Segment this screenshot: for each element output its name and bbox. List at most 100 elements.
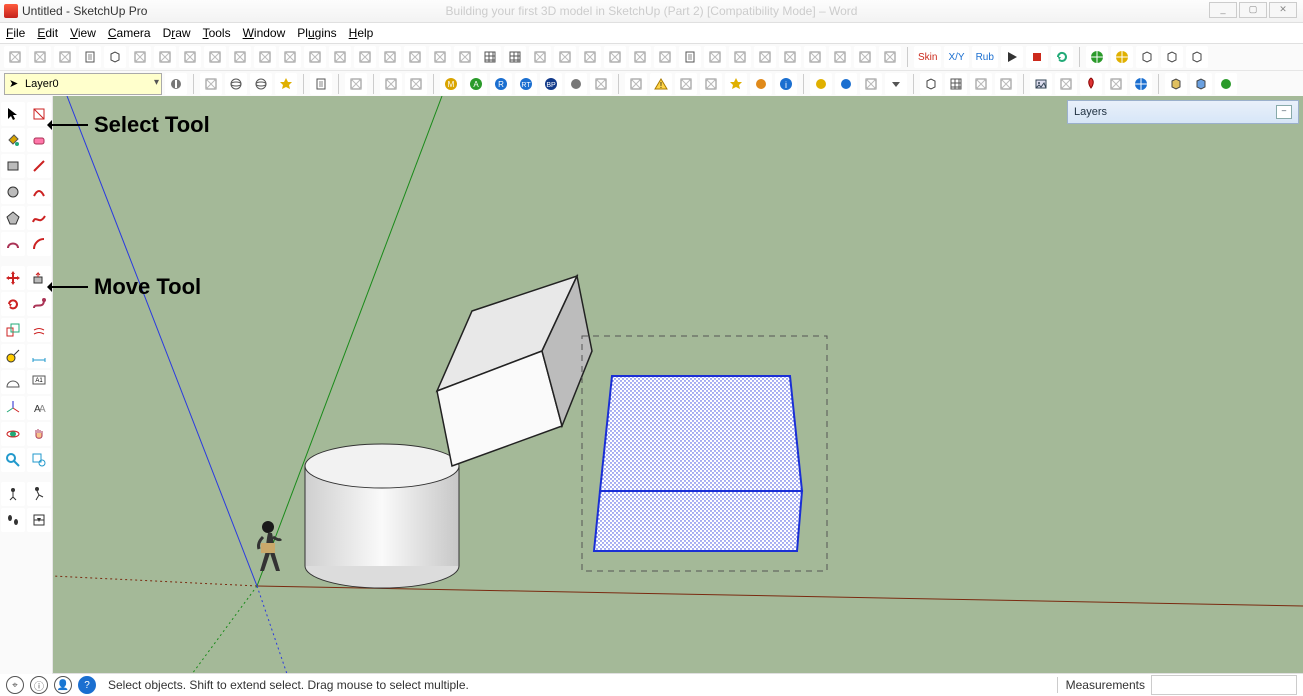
ball-green-icon[interactable]	[1215, 73, 1237, 95]
arrow-nw-icon[interactable]	[704, 46, 726, 68]
pan-icon[interactable]	[154, 46, 176, 68]
3d-viewport[interactable]: Layers –	[52, 96, 1303, 674]
bp-icon[interactable]: BP	[540, 73, 562, 95]
axes-tool[interactable]	[1, 396, 25, 420]
orbit-tool[interactable]	[1, 422, 25, 446]
orbit-icon[interactable]	[250, 73, 272, 95]
line2-icon[interactable]	[579, 46, 601, 68]
globe2-icon[interactable]	[1130, 73, 1152, 95]
undo-icon[interactable]	[29, 46, 51, 68]
menu-edit[interactable]: Edit	[37, 26, 58, 40]
diamond-icon[interactable]	[1055, 73, 1077, 95]
scale-tool[interactable]	[1, 318, 25, 342]
menu-help[interactable]: Help	[349, 26, 374, 40]
rect-icon[interactable]	[429, 46, 451, 68]
hatch-icon[interactable]	[945, 73, 967, 95]
collapse-icon[interactable]: –	[1276, 105, 1292, 119]
paint-bucket-tool[interactable]	[1, 128, 25, 152]
section-show-icon[interactable]	[879, 46, 901, 68]
refresh-icon[interactable]	[1051, 46, 1073, 68]
note-icon[interactable]	[679, 46, 701, 68]
menu-file[interactable]: File	[6, 26, 25, 40]
slice-icon[interactable]	[590, 73, 612, 95]
cursor-icon[interactable]	[200, 73, 222, 95]
push-yellow-icon[interactable]	[625, 73, 647, 95]
tape-measure-tool[interactable]	[1, 344, 25, 368]
curve2-icon[interactable]	[654, 46, 676, 68]
box-yellow-icon[interactable]	[1165, 73, 1187, 95]
menu-window[interactable]: Window	[243, 26, 286, 40]
rt-icon[interactable]: RT	[515, 73, 537, 95]
tape-icon[interactable]	[329, 46, 351, 68]
help-icon[interactable]: ?	[78, 676, 96, 694]
g-ball-icon[interactable]	[565, 73, 587, 95]
align-top-icon[interactable]	[405, 73, 427, 95]
stop-icon[interactable]	[1026, 46, 1048, 68]
section-fill-icon[interactable]	[829, 46, 851, 68]
globe-green-icon[interactable]	[1086, 46, 1108, 68]
offset-icon[interactable]	[604, 46, 626, 68]
grid-icon[interactable]	[479, 46, 501, 68]
person-tool[interactable]	[1, 482, 25, 506]
cube-icon[interactable]	[104, 46, 126, 68]
pushpin-icon[interactable]	[754, 46, 776, 68]
tools-icon[interactable]	[1105, 73, 1127, 95]
line-tool[interactable]	[27, 154, 51, 178]
m-icon[interactable]: M	[440, 73, 462, 95]
pan-tool[interactable]	[27, 422, 51, 446]
geo-location-icon[interactable]: ⌖	[6, 676, 24, 694]
arc-tool[interactable]	[27, 180, 51, 204]
box-blue-icon[interactable]	[1190, 73, 1212, 95]
circle-tool[interactable]	[1, 180, 25, 204]
menu-plugins[interactable]: Plugins	[297, 26, 336, 40]
protractor-tool[interactable]	[1, 370, 25, 394]
zoom-window-tool[interactable]	[27, 448, 51, 472]
line-3d-icon[interactable]	[304, 46, 326, 68]
ball-blue-icon[interactable]	[835, 73, 857, 95]
curve-arrow-icon[interactable]	[254, 46, 276, 68]
skin-label[interactable]: Skin	[914, 46, 941, 68]
curve-tool[interactable]	[1, 232, 25, 256]
menu-draw[interactable]: Draw	[163, 26, 191, 40]
layer-manager-icon[interactable]	[165, 73, 187, 95]
select2-icon[interactable]	[629, 46, 651, 68]
image-icon[interactable]	[1030, 73, 1052, 95]
text-tool[interactable]: A1	[27, 370, 51, 394]
xy-label[interactable]: X/Y	[944, 46, 968, 68]
square-purple-icon[interactable]	[700, 73, 722, 95]
walk-tool[interactable]	[27, 482, 51, 506]
info-icon[interactable]: i	[775, 73, 797, 95]
marker-icon[interactable]	[345, 73, 367, 95]
pointer-icon[interactable]	[860, 73, 882, 95]
stamp-icon[interactable]	[379, 46, 401, 68]
roller-icon[interactable]	[404, 46, 426, 68]
box-front-icon[interactable]	[1136, 46, 1158, 68]
profile-icon[interactable]: 👤	[54, 676, 72, 694]
box-shaded-icon[interactable]	[1161, 46, 1183, 68]
box-wire-icon[interactable]	[1186, 46, 1208, 68]
3dtext-tool[interactable]: AA	[27, 396, 51, 420]
offset-tool[interactable]	[27, 318, 51, 342]
ball-yellow-icon[interactable]	[810, 73, 832, 95]
measurements-input[interactable]	[1151, 675, 1297, 695]
zoom-tool[interactable]	[1, 448, 25, 472]
r-icon[interactable]: R	[490, 73, 512, 95]
rotate-axis-icon[interactable]	[179, 46, 201, 68]
menu-view[interactable]: View	[70, 26, 96, 40]
align-left-icon[interactable]	[380, 73, 402, 95]
footprints-tool[interactable]	[1, 508, 25, 532]
warn-icon[interactable]: !	[650, 73, 672, 95]
layer-selector[interactable]: ➤ Layer0 ▾	[4, 73, 162, 95]
maximize-button[interactable]: ▢	[1239, 2, 1267, 18]
pan2-icon[interactable]	[675, 73, 697, 95]
cube3-icon[interactable]	[920, 73, 942, 95]
rocket-icon[interactable]	[1080, 73, 1102, 95]
clip-icon[interactable]	[970, 73, 992, 95]
rotate-view-icon[interactable]	[129, 46, 151, 68]
grid-3d-icon[interactable]	[504, 46, 526, 68]
arc-icon[interactable]	[229, 46, 251, 68]
minimize-button[interactable]: _	[1209, 2, 1237, 18]
curve3-icon[interactable]	[779, 46, 801, 68]
print-icon[interactable]	[79, 46, 101, 68]
arc2-tool[interactable]	[27, 232, 51, 256]
